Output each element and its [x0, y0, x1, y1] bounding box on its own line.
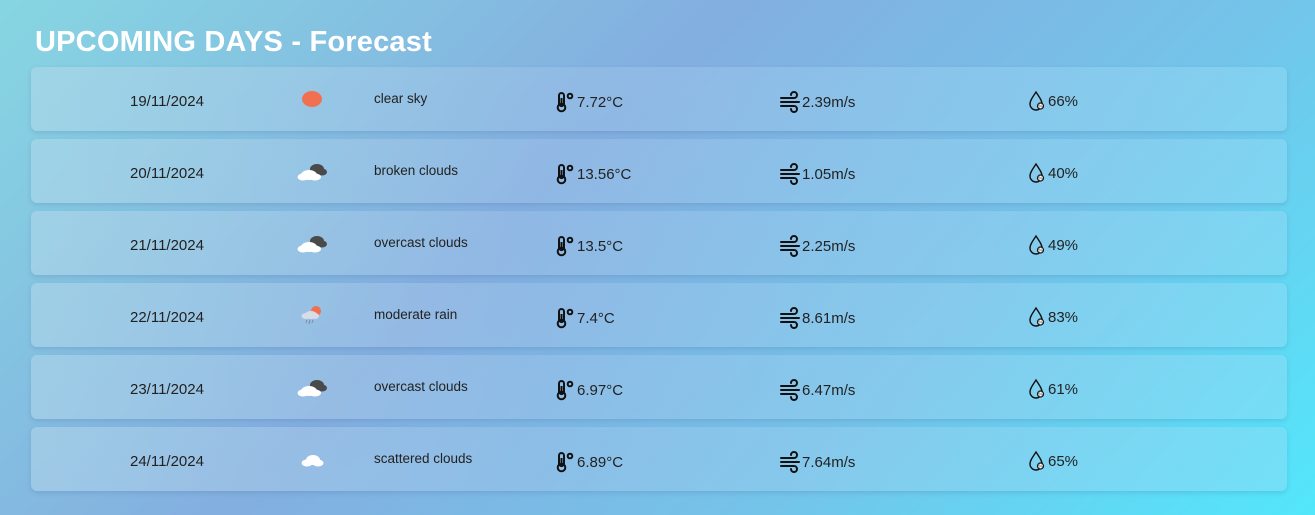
temperature-value: 13.56°C	[577, 165, 632, 183]
temperature-value: 7.72°C	[577, 93, 624, 111]
humidity-value: 40%	[1048, 164, 1079, 182]
humidity-icon: %	[1029, 306, 1045, 327]
rain-icon	[301, 306, 321, 325]
forecast-wind: 1.05m/s	[780, 163, 855, 185]
forecast-temperature: 6.97°C	[555, 379, 623, 401]
overcast-clouds-icon	[297, 380, 327, 397]
thermometer-icon	[556, 92, 574, 113]
humidity-icon: %	[1029, 90, 1045, 111]
forecast-row: 21/11/2024 overcast clouds 13.5°C 2.25m/…	[31, 211, 1287, 275]
temperature-value: 6.89°C	[577, 453, 624, 471]
humidity-icon: %	[1029, 378, 1045, 399]
sun-icon	[302, 91, 322, 107]
forecast-date: 21/11/2024	[130, 237, 204, 254]
svg-text:%: %	[1038, 320, 1042, 325]
humidity-value: 61%	[1048, 380, 1079, 398]
forecast-row: 19/11/2024 clear sky 7.72°C 2.39m/s % 66…	[31, 67, 1287, 131]
forecast-humidity: % 40%	[1026, 162, 1078, 184]
wind-icon	[780, 379, 800, 401]
forecast-humidity: % 65%	[1026, 450, 1078, 472]
forecast-humidity: % 83%	[1026, 306, 1078, 328]
temperature-value: 7.4°C	[577, 309, 615, 327]
thermometer-icon	[556, 308, 574, 329]
wind-value: 1.05m/s	[802, 165, 856, 183]
forecast-humidity: % 61%	[1026, 378, 1078, 400]
page-title: UPCOMING DAYS - Forecast	[35, 26, 432, 58]
forecast-date: 24/11/2024	[130, 453, 204, 470]
forecast-date: 20/11/2024	[130, 165, 204, 182]
thermometer-icon	[556, 164, 574, 185]
thermometer-icon	[556, 380, 574, 401]
forecast-date: 23/11/2024	[130, 381, 204, 398]
forecast-wind: 2.39m/s	[780, 91, 855, 113]
wind-icon	[780, 307, 800, 329]
forecast-wind: 6.47m/s	[780, 379, 855, 401]
wind-icon	[780, 91, 800, 113]
forecast-row: 23/11/2024 overcast clouds 6.97°C 6.47m/…	[31, 355, 1287, 419]
forecast-date: 19/11/2024	[130, 93, 204, 110]
svg-text:%: %	[1038, 248, 1042, 253]
wind-value: 8.61m/s	[802, 309, 856, 327]
humidity-icon: %	[1029, 234, 1045, 255]
svg-text:%: %	[1038, 464, 1042, 469]
forecast-row: 24/11/2024 scattered clouds 6.89°C 7.64m…	[31, 427, 1287, 491]
wind-icon	[780, 163, 800, 185]
scattered-clouds-icon	[301, 455, 324, 467]
humidity-value: 49%	[1048, 236, 1079, 254]
forecast-wind: 7.64m/s	[780, 451, 855, 473]
forecast-description: overcast clouds	[374, 235, 468, 250]
forecast-temperature: 13.5°C	[555, 235, 623, 257]
svg-text:%: %	[1038, 392, 1042, 397]
svg-text:%: %	[1038, 176, 1042, 181]
forecast-wind: 2.25m/s	[780, 235, 855, 257]
broken-clouds-icon	[297, 164, 327, 181]
wind-icon	[780, 451, 800, 473]
forecast-list: 19/11/2024 clear sky 7.72°C 2.39m/s % 66…	[31, 67, 1287, 499]
overcast-clouds-icon	[297, 236, 327, 253]
humidity-icon: %	[1029, 450, 1045, 471]
temperature-value: 13.5°C	[577, 237, 624, 255]
wind-value: 6.47m/s	[802, 381, 856, 399]
wind-value: 2.25m/s	[802, 237, 856, 255]
wind-value: 7.64m/s	[802, 453, 856, 471]
forecast-description: moderate rain	[374, 307, 458, 322]
forecast-wind: 8.61m/s	[780, 307, 855, 329]
humidity-value: 83%	[1048, 308, 1079, 326]
wind-value: 2.39m/s	[802, 93, 856, 111]
forecast-description: scattered clouds	[374, 451, 473, 466]
forecast-humidity: % 66%	[1026, 90, 1078, 112]
forecast-temperature: 6.89°C	[555, 451, 623, 473]
forecast-description: broken clouds	[374, 163, 459, 178]
forecast-temperature: 7.72°C	[555, 91, 623, 113]
forecast-description: overcast clouds	[374, 379, 468, 394]
humidity-value: 66%	[1048, 92, 1079, 110]
forecast-humidity: % 49%	[1026, 234, 1078, 256]
forecast-row: 22/11/2024 moderate rain 7.4°C 8.61m/s %…	[31, 283, 1287, 347]
humidity-icon: %	[1029, 162, 1045, 183]
forecast-date: 22/11/2024	[130, 309, 204, 326]
thermometer-icon	[556, 236, 574, 257]
svg-text:%: %	[1038, 104, 1042, 109]
forecast-row: 20/11/2024 broken clouds 13.56°C 1.05m/s…	[31, 139, 1287, 203]
forecast-description: clear sky	[374, 91, 428, 106]
forecast-temperature: 13.56°C	[555, 163, 631, 185]
forecast-temperature: 7.4°C	[555, 307, 615, 329]
thermometer-icon	[556, 452, 574, 473]
humidity-value: 65%	[1048, 452, 1079, 470]
temperature-value: 6.97°C	[577, 381, 624, 399]
wind-icon	[780, 235, 800, 257]
